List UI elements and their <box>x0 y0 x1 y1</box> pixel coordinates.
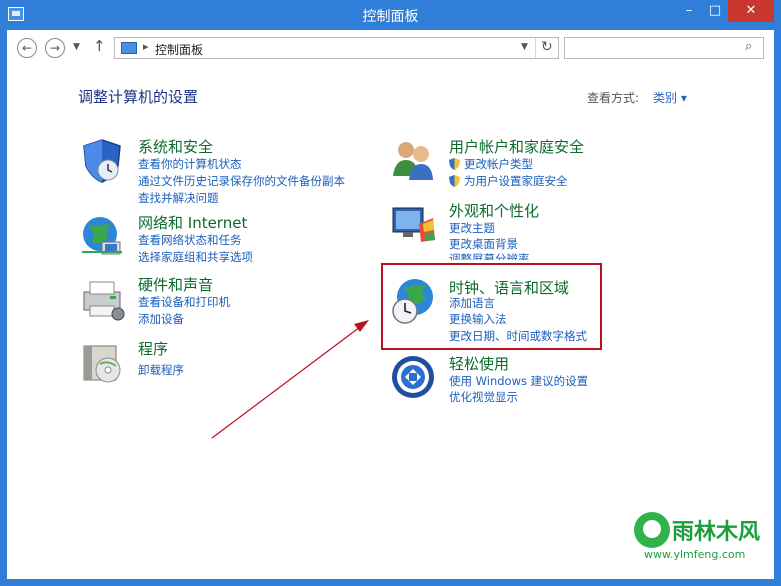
watermark: 雨林木风 www.ylmfeng.com <box>630 512 770 562</box>
watermark-brand: 雨林木风 <box>672 520 761 545</box>
watermark-url: www.ylmfeng.com <box>644 548 746 561</box>
annotation-arrow-icon <box>211 320 369 439</box>
watermark-logo-icon <box>634 512 670 548</box>
